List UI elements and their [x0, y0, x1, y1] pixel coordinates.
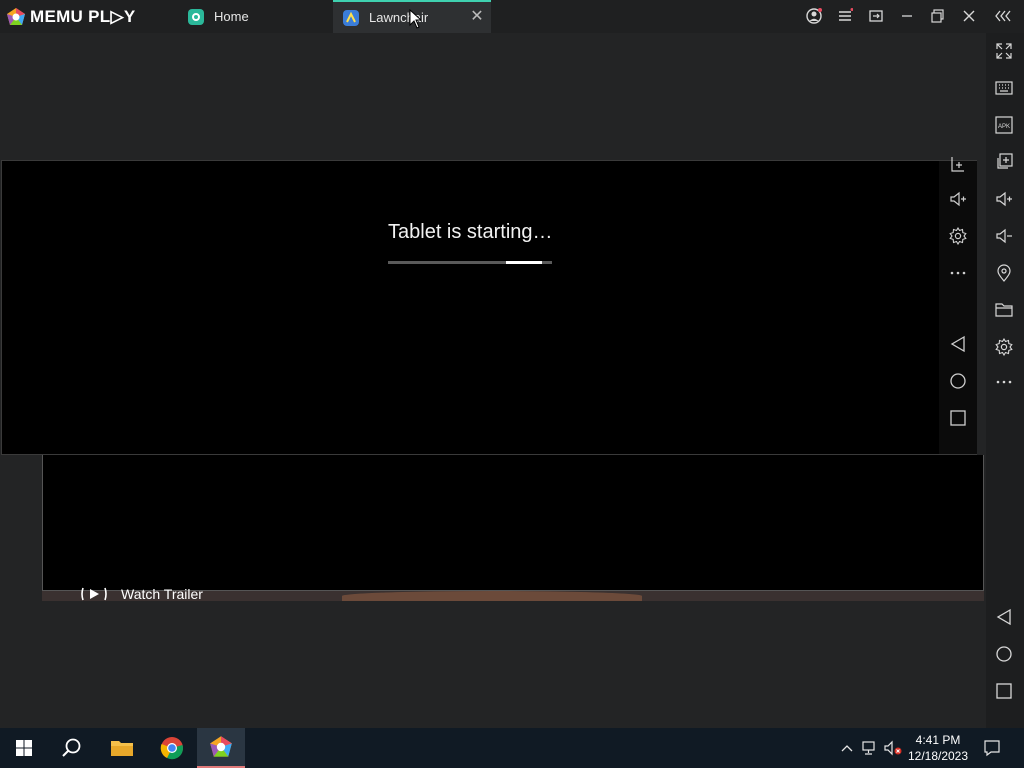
- clock-date: 12/18/2023: [907, 749, 969, 763]
- home-app-icon: [188, 8, 204, 25]
- chrome-icon[interactable]: [148, 728, 196, 768]
- memu-logo: MEMU PL▷Y: [6, 6, 136, 28]
- lawnchair-app-icon: [343, 9, 359, 26]
- system-clock[interactable]: 4:41 PM 12/18/2023: [906, 732, 970, 764]
- close-icon[interactable]: [958, 5, 980, 27]
- notifications-icon[interactable]: [982, 738, 1002, 758]
- memu-logo-icon: [7, 8, 25, 25]
- menu-icon[interactable]: [834, 5, 856, 27]
- location-icon[interactable]: [993, 262, 1015, 284]
- tab-home-label: Home: [214, 9, 249, 24]
- windows-taskbar: 4:41 PM 12/18/2023: [0, 728, 1024, 768]
- dialog-side-toolbar: [939, 157, 977, 454]
- folder-icon[interactable]: [993, 299, 1015, 321]
- volume-up-icon[interactable]: [993, 188, 1015, 210]
- more-icon[interactable]: [993, 371, 1015, 393]
- multi-instance-icon[interactable]: [993, 151, 1015, 173]
- keyboard-icon[interactable]: [993, 77, 1015, 99]
- restore-window-icon[interactable]: [865, 5, 887, 27]
- watch-trailer-label: Watch Trailer: [121, 586, 203, 602]
- starting-dialog: Tablet is starting…: [1, 157, 977, 455]
- tab-close-icon[interactable]: ✕: [469, 9, 485, 25]
- start-icon[interactable]: [0, 728, 48, 768]
- account-icon[interactable]: [803, 5, 825, 27]
- tab-home[interactable]: Home: [178, 0, 333, 33]
- svg-text:APK: APK: [998, 124, 1010, 130]
- multi-instance-icon[interactable]: [947, 154, 969, 176]
- back-icon[interactable]: [947, 333, 969, 355]
- watch-trailer-button[interactable]: Watch Trailer: [80, 585, 203, 603]
- show-hidden-icons-icon[interactable]: [838, 738, 856, 758]
- volume-up-icon[interactable]: [947, 188, 969, 210]
- maximize-icon[interactable]: [927, 5, 949, 27]
- right-toolbar: APK: [986, 33, 1024, 728]
- recents-icon[interactable]: [947, 407, 969, 429]
- fullscreen-icon[interactable]: [993, 40, 1015, 62]
- logo-text: MEMU PL▷Y: [30, 7, 136, 26]
- settings-icon[interactable]: [993, 336, 1015, 358]
- progress-fill: [506, 261, 542, 264]
- recents-icon[interactable]: [993, 680, 1015, 702]
- back-icon[interactable]: [993, 606, 1015, 628]
- apk-icon[interactable]: APK: [993, 114, 1015, 136]
- starting-message: Tablet is starting…: [388, 221, 553, 243]
- volume-down-icon[interactable]: [993, 225, 1015, 247]
- collapse-sidebar-icon[interactable]: [993, 5, 1015, 27]
- file-explorer-icon[interactable]: [98, 728, 146, 768]
- mouse-cursor-icon: [409, 9, 421, 29]
- volume-muted-icon[interactable]: [884, 738, 902, 758]
- network-icon[interactable]: [861, 738, 879, 758]
- title-bar: MEMU PL▷Y Home Lawnchair ✕: [0, 0, 1024, 33]
- clock-time: 4:41 PM: [915, 733, 961, 747]
- home-icon[interactable]: [947, 370, 969, 392]
- settings-icon[interactable]: [947, 225, 969, 247]
- minimize-icon[interactable]: [896, 5, 918, 27]
- memu-taskbar-icon[interactable]: [197, 728, 245, 768]
- more-icon[interactable]: [947, 262, 969, 284]
- progress-bar: [388, 261, 552, 264]
- play-icon: [81, 587, 107, 601]
- video-preview: [42, 455, 984, 591]
- home-icon[interactable]: [993, 643, 1015, 665]
- search-icon[interactable]: [48, 728, 96, 768]
